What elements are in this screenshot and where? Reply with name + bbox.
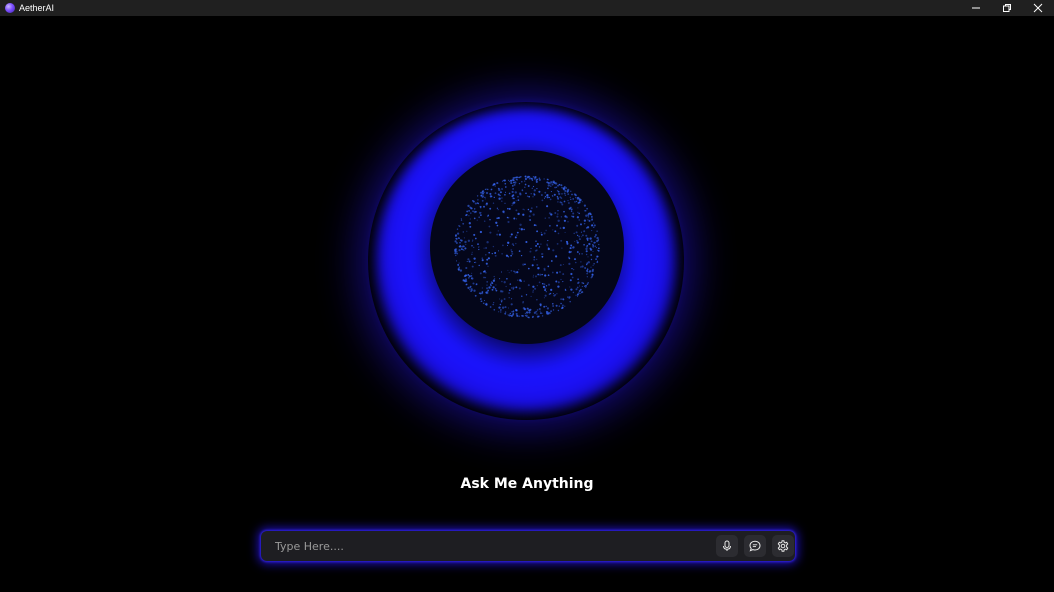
restore-icon [1003,4,1011,12]
page-heading: Ask Me Anything [460,476,594,492]
settings-button[interactable] [772,535,794,557]
chat-input-bar [261,531,795,561]
minimize-icon [972,7,980,9]
microphone-icon [723,540,731,551]
orb-core [430,150,624,344]
orb-stage [0,16,1054,592]
restore-button[interactable] [991,0,1023,16]
message-input[interactable] [275,537,715,555]
app-logo-icon [5,3,15,13]
close-icon [1033,3,1043,13]
chat-bubble-icon [749,540,761,552]
mic-button[interactable] [716,535,738,557]
close-button[interactable] [1022,0,1054,16]
chat-button[interactable] [744,535,766,557]
window-title: AetherAI [19,3,55,13]
gear-icon [777,540,789,552]
title-bar: AetherAI [0,0,1054,16]
minimize-button[interactable] [960,0,992,16]
particle-sphere [454,175,600,319]
